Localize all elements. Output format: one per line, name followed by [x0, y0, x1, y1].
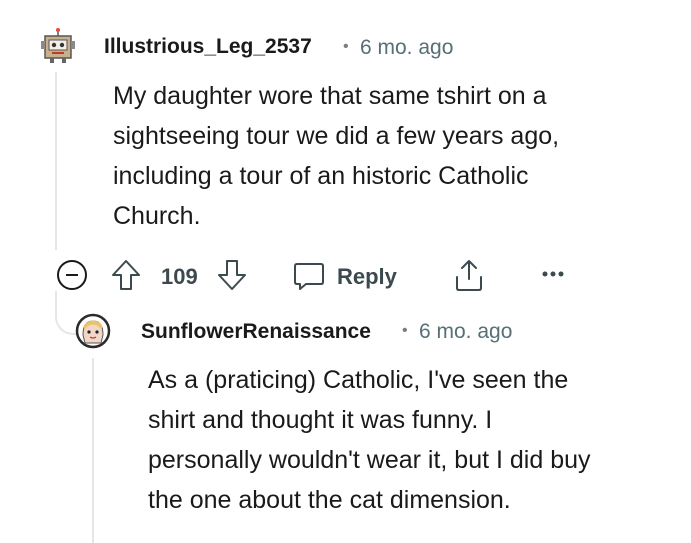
reply-label: Reply: [337, 264, 397, 289]
reply-thread-line[interactable]: [92, 358, 94, 543]
reply-timestamp[interactable]: 6 mo. ago: [419, 320, 512, 344]
thread-line[interactable]: [55, 72, 57, 250]
upvote-arrow-icon: [110, 258, 142, 292]
collapse-minus-icon: [56, 259, 88, 291]
vote-count: 109: [161, 264, 198, 289]
comment-body: My daughter wore that same tshirt on a s…: [113, 76, 673, 236]
more-dots-icon: [540, 266, 566, 282]
speech-bubble-icon: [292, 258, 326, 292]
comment-body-line: including a tour of an historic Catholic: [113, 162, 529, 190]
collapse-button[interactable]: [56, 259, 88, 291]
reply-button[interactable]: Reply: [292, 258, 402, 292]
reply-body-line: shirt and thought it was funny. I: [148, 406, 493, 434]
meta-separator: •: [343, 38, 349, 55]
comment-username[interactable]: Illustrious_Leg_2537: [104, 35, 312, 59]
comment-body-line: Church.: [113, 202, 201, 230]
robot-avatar-icon: [38, 26, 78, 66]
share-icon: [452, 257, 486, 293]
comment-avatar[interactable]: [38, 26, 78, 66]
reply-username[interactable]: SunflowerRenaissance: [141, 320, 371, 344]
meta-separator: •: [402, 322, 408, 339]
comment-timestamp[interactable]: 6 mo. ago: [360, 36, 453, 60]
downvote-button[interactable]: [216, 258, 248, 292]
reply-avatar[interactable]: [75, 313, 111, 349]
downvote-arrow-icon: [216, 258, 248, 292]
share-button[interactable]: [452, 257, 486, 293]
reply-body-line: personally wouldn't wear it, but I did b…: [148, 446, 591, 474]
comment-body-line: sightseeing tour we did a few years ago,: [113, 122, 560, 150]
upvote-button[interactable]: [110, 258, 142, 292]
reply-body: As a (praticing) Catholic, I've seen the…: [148, 360, 688, 520]
anime-avatar-icon: [75, 313, 111, 349]
comment-body-line: My daughter wore that same tshirt on a: [113, 82, 547, 110]
reply-body-line: As a (praticing) Catholic, I've seen the: [148, 366, 569, 394]
more-options-button[interactable]: [540, 266, 566, 282]
reply-body-line: the one about the cat dimension.: [148, 486, 511, 514]
